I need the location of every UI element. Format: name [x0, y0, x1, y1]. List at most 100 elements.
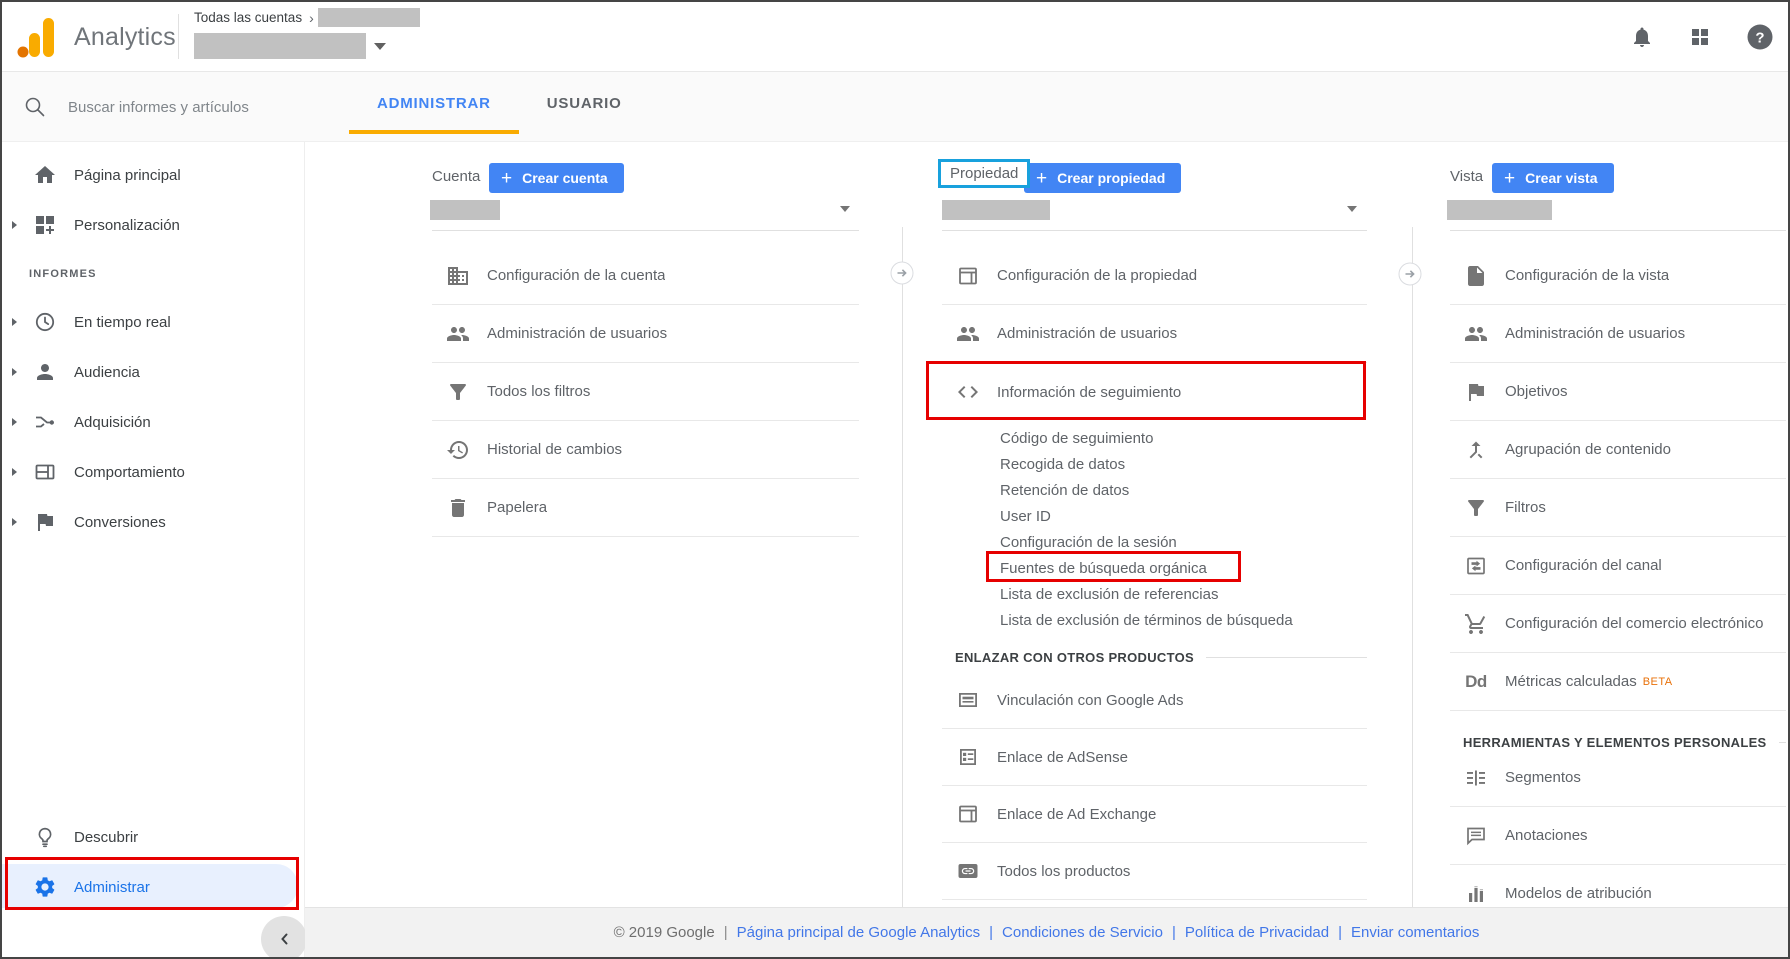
tracking-subitem-exclusion-terminos[interactable]: Lista de exclusión de términos de búsque…: [1000, 608, 1367, 634]
funnel-icon: [445, 380, 471, 404]
acquisition-icon: [33, 410, 57, 434]
sidebar-item-conversiones[interactable]: Conversiones: [2, 497, 304, 547]
tracking-subitem-sesion[interactable]: Configuración de la sesión: [1000, 530, 1367, 556]
expand-caret-icon[interactable]: [12, 368, 22, 376]
property-item-adsense[interactable]: Enlace de AdSense: [942, 729, 1367, 786]
apps-grid-icon[interactable]: [1688, 25, 1712, 49]
property-item-google-ads[interactable]: Vinculación con Google Ads: [942, 672, 1367, 729]
view-item-administracion-usuarios[interactable]: Administración de usuarios: [1450, 305, 1786, 363]
column-divider: [902, 227, 903, 907]
collapse-sidebar-button[interactable]: [261, 916, 307, 959]
reports-section-label: INFORMES: [29, 268, 97, 280]
app-name: Analytics: [74, 23, 176, 52]
topbar-actions: ?: [1630, 2, 1774, 72]
redacted-account-selector[interactable]: [430, 200, 500, 220]
expand-caret-icon[interactable]: [12, 518, 22, 526]
property-item-configuracion-propiedad[interactable]: Configuración de la propiedad: [942, 247, 1367, 305]
view-item-agrupacion-contenido[interactable]: Agrupación de contenido: [1450, 421, 1786, 479]
chevron-left-icon: [272, 927, 296, 951]
channel-arrows-icon: [1463, 554, 1489, 578]
behavior-icon: [33, 460, 57, 484]
view-item-metricas-calculadas[interactable]: Dd Métricas calculadas BETA: [1450, 653, 1786, 711]
sidebar-item-home[interactable]: Página principal: [2, 150, 304, 200]
account-selector-caret-icon[interactable]: [840, 206, 850, 212]
page-icon: [1463, 264, 1489, 288]
tracking-subitem-recogida[interactable]: Recogida de datos: [1000, 452, 1367, 478]
building-icon: [445, 264, 471, 288]
footer: © 2019 Google | Página principal de Goog…: [305, 907, 1788, 957]
move-right-arrow-button[interactable]: [890, 261, 914, 285]
analytics-logo[interactable]: Analytics: [16, 13, 176, 61]
footer-link-feedback[interactable]: Enviar comentarios: [1351, 924, 1479, 941]
help-icon[interactable]: ?: [1746, 23, 1774, 51]
sidebar-item-comportamiento[interactable]: Comportamiento: [2, 447, 304, 497]
account-item-administracion-usuarios[interactable]: Administración de usuarios: [432, 305, 859, 363]
expand-caret-icon[interactable]: [12, 468, 22, 476]
notifications-bell-icon[interactable]: [1630, 25, 1654, 49]
redacted-view-selector[interactable]: [1447, 200, 1552, 220]
expand-caret-icon[interactable]: [12, 418, 22, 426]
code-icon: [955, 380, 981, 404]
view-item-modelos-atribucion[interactable]: Modelos de atribución: [1450, 865, 1786, 907]
expand-caret-icon[interactable]: [12, 221, 22, 229]
search-bar[interactable]: [2, 72, 305, 142]
sidebar-item-administrar[interactable]: Administrar: [2, 862, 304, 912]
redacted-property-selector[interactable]: [942, 200, 1050, 220]
link-products-section: ENLAZAR CON OTROS PRODUCTOS: [942, 642, 1367, 672]
personal-tools-list: Segmentos Anotaciones Modelos de atribuc…: [1450, 749, 1786, 907]
create-account-button[interactable]: + Crear cuenta: [489, 163, 624, 193]
people-icon: [445, 322, 471, 346]
search-input[interactable]: [68, 72, 293, 142]
move-right-arrow-button[interactable]: [1398, 262, 1422, 286]
view-item-configuracion-canal[interactable]: Configuración del canal: [1450, 537, 1786, 595]
account-item-historial-cambios[interactable]: Historial de cambios: [432, 421, 859, 479]
view-item-configuracion-vista[interactable]: Configuración de la vista: [1450, 247, 1786, 305]
tracking-subitem-user-id[interactable]: User ID: [1000, 504, 1367, 530]
view-item-segmentos[interactable]: Segmentos: [1450, 749, 1786, 807]
account-item-papelera[interactable]: Papelera: [432, 479, 859, 537]
property-selector-caret-icon[interactable]: [1347, 206, 1357, 212]
annotation-box-propiedad: Propiedad: [938, 159, 1030, 188]
history-icon: [445, 438, 471, 462]
property-item-informacion-seguimiento[interactable]: Información de seguimiento: [942, 363, 1367, 421]
realtime-clock-icon: [33, 310, 57, 334]
tracking-subitem-exclusion-referencias[interactable]: Lista de exclusión de referencias: [1000, 582, 1367, 608]
view-item-comercio-electronico[interactable]: Configuración del comercio electrónico: [1450, 595, 1786, 653]
account-switcher-caret-icon[interactable]: [374, 43, 386, 50]
create-view-button[interactable]: + Crear vista: [1492, 163, 1614, 193]
tracking-subitem-codigo[interactable]: Código de seguimiento: [1000, 426, 1367, 452]
tracking-subitem-retencion[interactable]: Retención de datos: [1000, 478, 1367, 504]
property-item-administracion-usuarios[interactable]: Administración de usuarios: [942, 305, 1367, 363]
sidebar-item-adquisicion[interactable]: Adquisición: [2, 397, 304, 447]
property-item-todos-los-productos[interactable]: Todos los productos: [942, 843, 1367, 900]
sidebar-item-audiencia[interactable]: Audiencia: [2, 347, 304, 397]
discover-bulb-icon: [33, 825, 57, 849]
footer-link-home[interactable]: Página principal de Google Analytics: [737, 924, 981, 941]
footer-link-terms[interactable]: Condiciones de Servicio: [1002, 924, 1163, 941]
customization-icon: [33, 213, 57, 237]
property-item-ad-exchange[interactable]: Enlace de Ad Exchange: [942, 786, 1367, 843]
breadcrumb-chevron: ›: [309, 10, 314, 26]
tab-administrar[interactable]: ADMINISTRAR: [349, 72, 519, 134]
google-ads-card-icon: [955, 688, 981, 712]
conversions-flag-icon: [33, 510, 57, 534]
link-products-list: Vinculación con Google Ads Enlace de AdS…: [942, 672, 1367, 900]
adsense-grid-icon: [955, 745, 981, 769]
create-property-button[interactable]: + Crear propiedad: [1024, 163, 1181, 193]
expand-caret-icon[interactable]: [12, 318, 22, 326]
account-item-todos-los-filtros[interactable]: Todos los filtros: [432, 363, 859, 421]
view-item-objetivos[interactable]: Objetivos: [1450, 363, 1786, 421]
account-item-configuracion-cuenta[interactable]: Configuración de la cuenta: [432, 247, 859, 305]
sidebar-item-personalizacion[interactable]: Personalización: [2, 200, 304, 250]
footer-link-privacy[interactable]: Política de Privacidad: [1185, 924, 1329, 941]
tab-usuario[interactable]: USUARIO: [519, 72, 650, 134]
sidebar-item-descubrir[interactable]: Descubrir: [2, 812, 304, 862]
account-breadcrumb[interactable]: Todas las cuentas ›: [194, 7, 420, 59]
view-item-filtros[interactable]: Filtros: [1450, 479, 1786, 537]
view-item-anotaciones[interactable]: Anotaciones: [1450, 807, 1786, 865]
sidebar-item-en-tiempo-real[interactable]: En tiempo real: [2, 297, 304, 347]
link-box-icon: [955, 859, 981, 883]
view-column-label: Vista: [1450, 168, 1483, 185]
tracking-subitem-fuentes-busqueda-organica[interactable]: Fuentes de búsqueda orgánica: [1000, 556, 1367, 582]
bar-chart-icon: [1463, 882, 1489, 906]
